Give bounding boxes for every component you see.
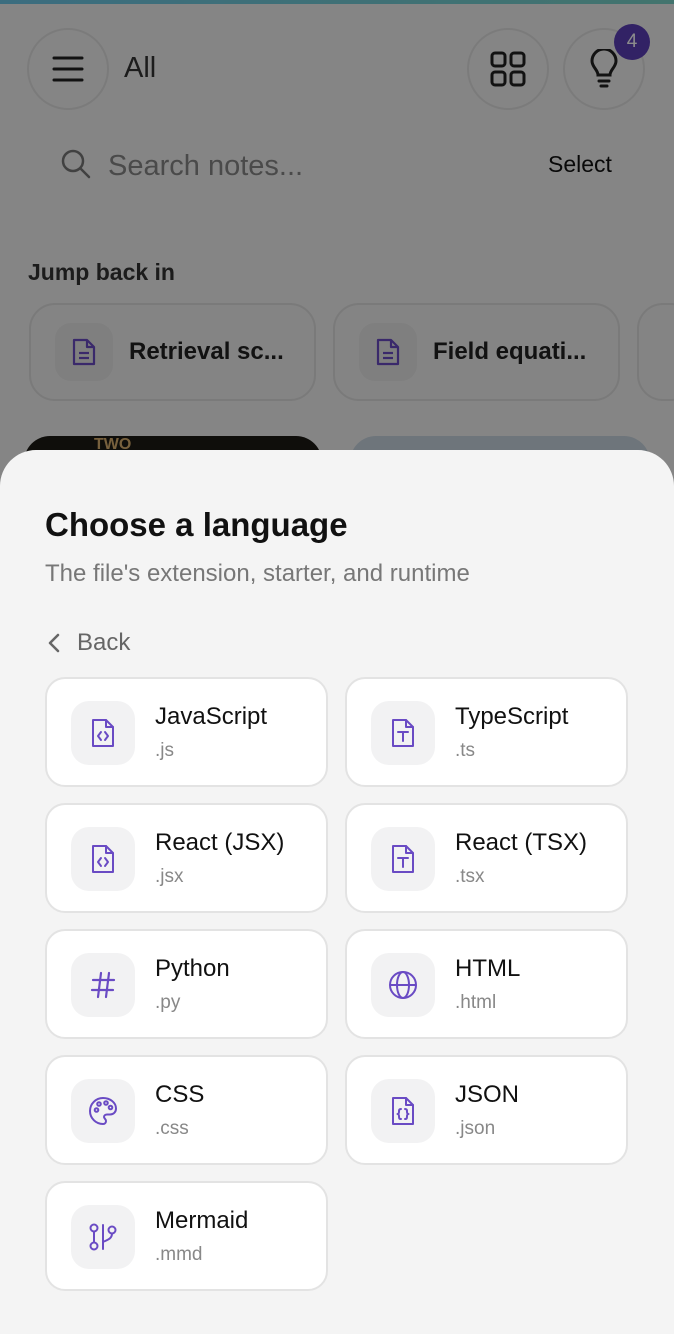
language-option-javascript[interactable]: JavaScript .js [45,677,328,787]
language-icon-wrap [371,827,435,891]
palette-icon [89,1097,117,1125]
back-label: Back [77,629,131,656]
language-extension: .py [155,992,181,1013]
language-icon-wrap [71,827,135,891]
language-option-react-jsx[interactable]: React (JSX) .jsx [45,803,328,913]
sheet-title: Choose a language [45,506,348,543]
file-type-icon [392,719,414,747]
language-extension: .mmd [155,1244,203,1265]
file-code-icon [92,719,114,747]
language-name: Python [155,955,230,982]
language-name: React (TSX) [455,829,588,856]
language-option-typescript[interactable]: TypeScript .ts [345,677,628,787]
language-icon-wrap [71,953,135,1017]
language-option-mermaid[interactable]: Mermaid .mmd [45,1181,328,1291]
language-icon-wrap [371,1079,435,1143]
language-option-json[interactable]: JSON .json [345,1055,628,1165]
language-icon-wrap [371,953,435,1017]
sheet-subtitle: The file's extension, starter, and runti… [45,560,470,587]
chevron-left-icon [48,633,60,653]
language-extension: .jsx [155,866,184,887]
language-icon-wrap [371,701,435,765]
language-extension: .json [455,1118,496,1139]
language-name: HTML [455,955,521,982]
file-json-icon [392,1097,414,1125]
language-icon-wrap [71,701,135,765]
globe-icon [389,971,417,999]
language-icon-wrap [71,1205,135,1269]
language-name: React (JSX) [155,829,285,856]
back-button[interactable]: Back [45,626,130,660]
language-picker-sheet: Choose a language The file's extension, … [0,450,674,1334]
language-option-html[interactable]: HTML .html [345,929,628,1039]
language-extension: .tsx [455,866,485,887]
language-name: CSS [155,1081,205,1108]
file-code-icon [92,845,114,873]
language-option-css[interactable]: CSS .css [45,1055,328,1165]
file-type-icon [392,845,414,873]
language-extension: .ts [455,740,476,761]
language-name: Mermaid [155,1207,249,1234]
language-name: JavaScript [155,703,268,730]
language-extension: .html [455,992,497,1013]
language-name: TypeScript [455,703,569,730]
hash-icon [90,971,116,999]
language-name: JSON [455,1081,520,1108]
language-icon-wrap [71,1079,135,1143]
language-option-react-tsx[interactable]: React (TSX) .tsx [345,803,628,913]
language-extension: .css [155,1118,189,1139]
git-branch-icon [89,1223,117,1251]
language-option-python[interactable]: Python .py [45,929,328,1039]
language-extension: .js [155,740,174,761]
